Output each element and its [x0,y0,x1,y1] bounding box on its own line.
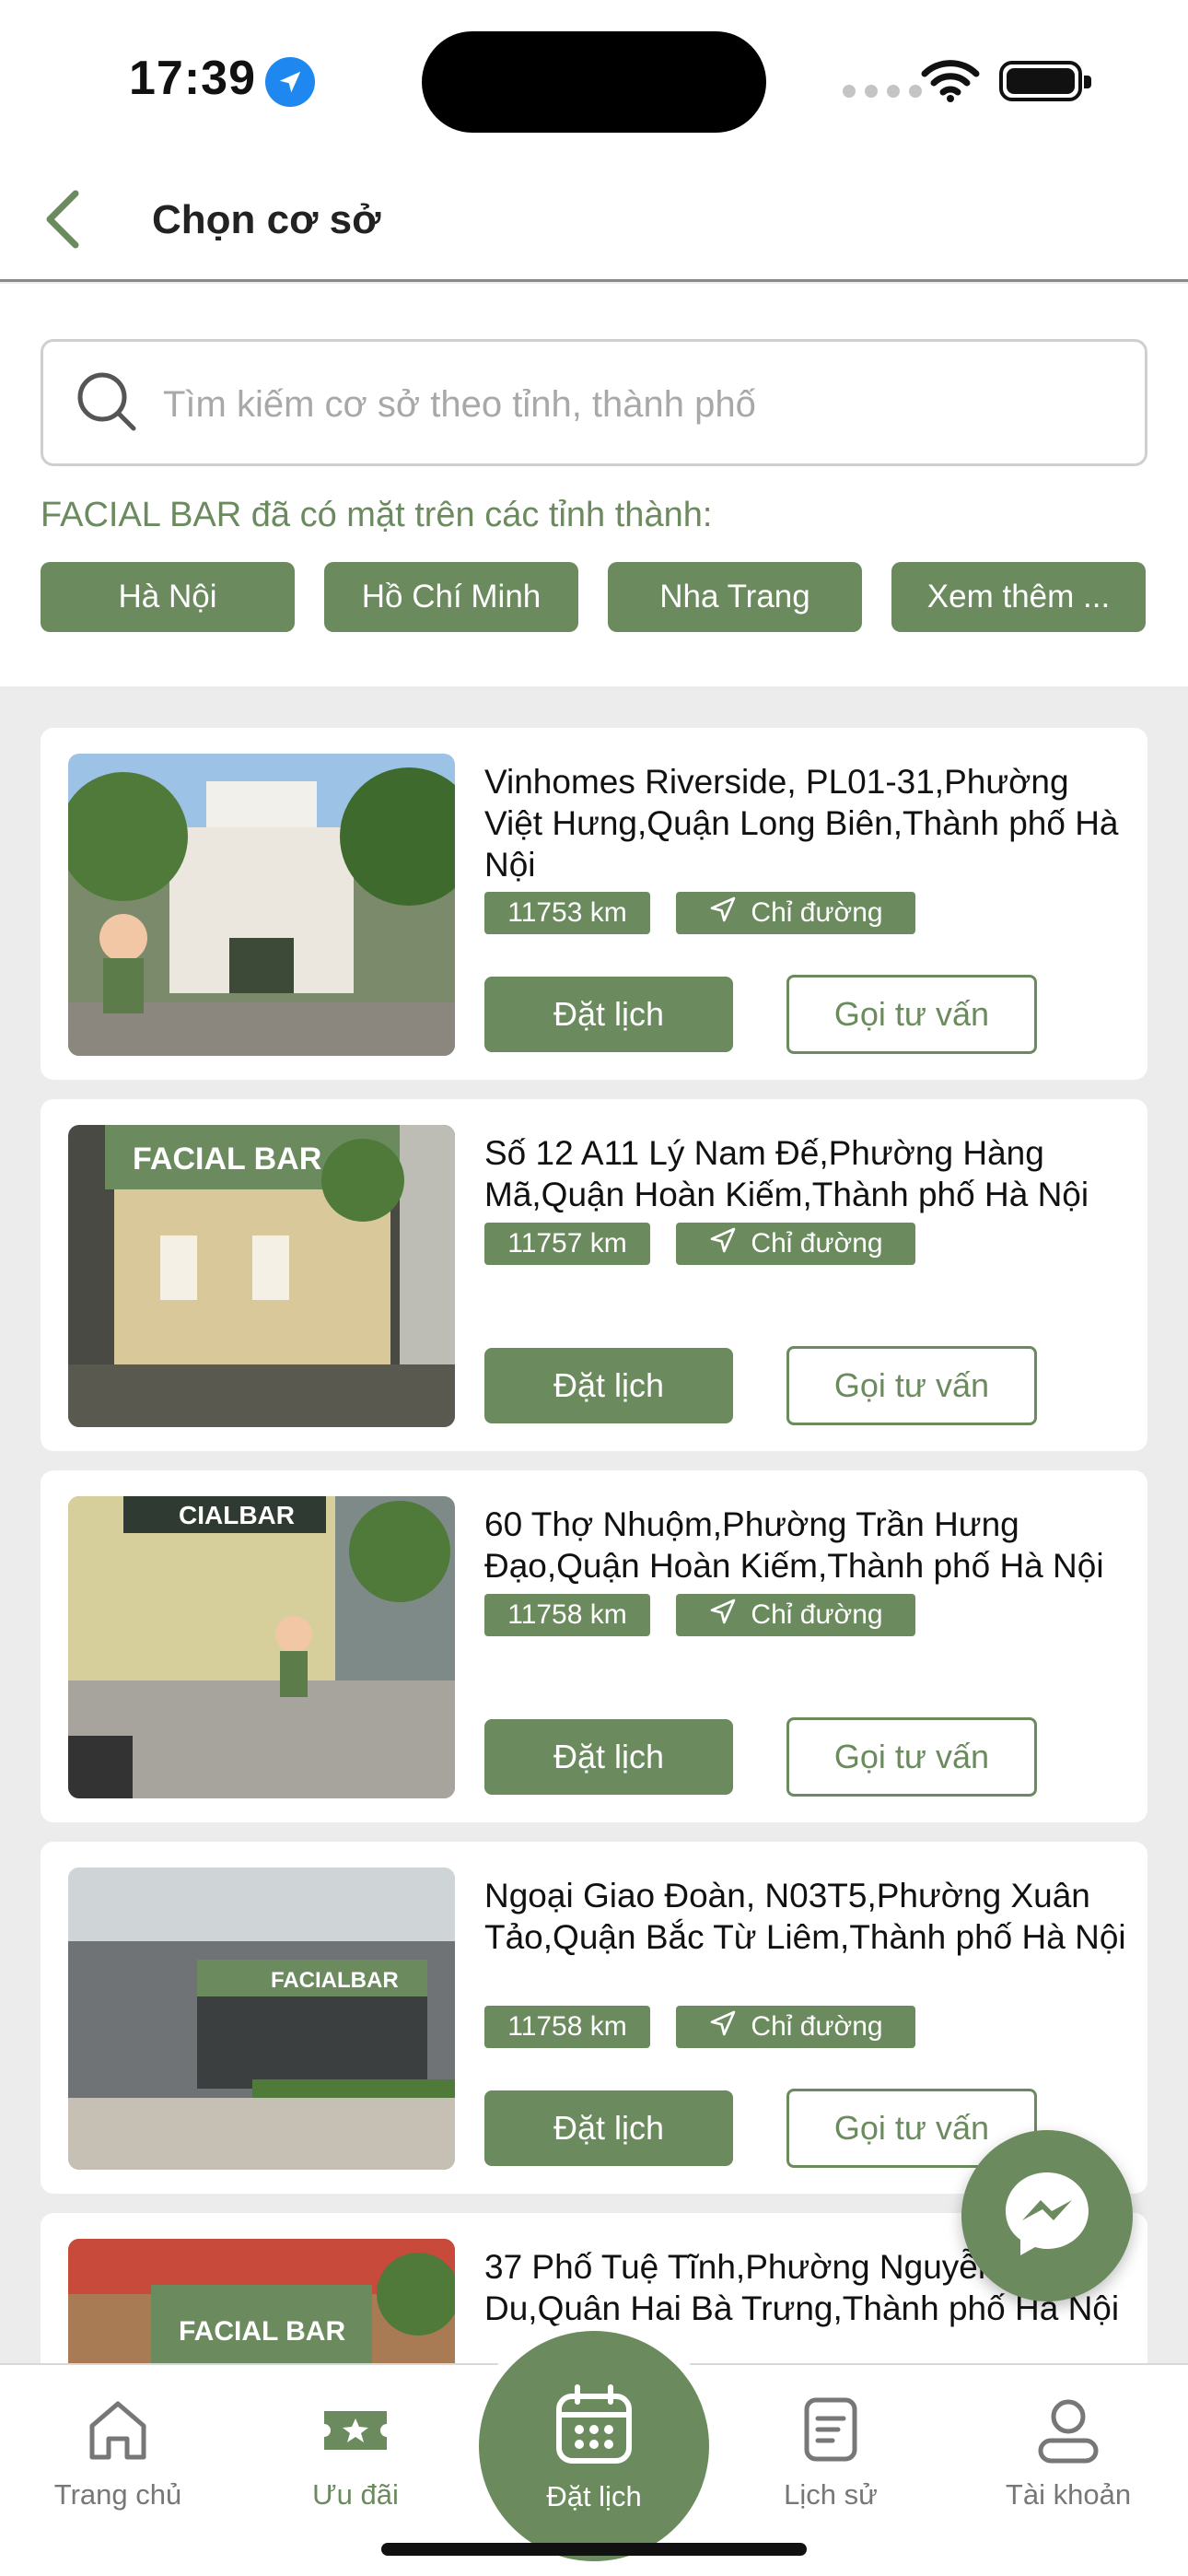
directions-button[interactable]: Chỉ đường [676,1594,915,1636]
directions-label: Chỉ đường [751,1228,883,1259]
svg-text:CIALBAR: CIALBAR [179,1501,295,1529]
tab-offers[interactable]: Ưu đãi [263,2393,448,2512]
document-list-icon [794,2393,868,2471]
navigation-arrow-icon [708,895,738,931]
branch-address: Ngoại Giao Đoàn, N03T5,Phường Xuân Tảo,Q… [484,1877,1126,1956]
svg-text:FACIAL BAR: FACIAL BAR [179,2316,345,2347]
back-button[interactable] [35,184,90,254]
book-button[interactable]: Đặt lịch [484,2090,733,2166]
branch-address: 60 Thợ Nhuộm,Phường Trần Hưng Đạo,Quận H… [484,1505,1104,1585]
home-icon [81,2393,155,2471]
search-box[interactable] [41,339,1147,466]
call-consult-button[interactable]: Gọi tư vấn [786,1717,1037,1797]
wifi-icon [921,57,980,108]
distance-badge: 11757 km [484,1223,650,1265]
directions-button[interactable]: Chỉ đường [676,892,915,934]
directions-label: Chỉ đường [751,897,883,928]
search-input[interactable] [163,375,1121,434]
location-arrow-icon [265,57,315,107]
tab-booking[interactable]: Đặt lịch [479,2331,709,2561]
page-title: Chọn cơ sở [152,197,381,242]
book-button[interactable]: Đặt lịch [484,1719,733,1795]
branch-card[interactable]: FACIALBAR Ngoại Giao Đoàn, N03T5,Phường … [41,1842,1147,2194]
branch-photo: FACIAL BAR [68,1125,455,1427]
battery-icon [999,61,1091,101]
branch-photo: FACIALBAR [68,1868,455,2170]
directions-label: Chỉ đường [751,1599,883,1630]
branch-address: Vinhomes Riverside, PL01-31,Phường Việt … [484,763,1119,884]
svg-text:FACIALBAR: FACIALBAR [271,1968,399,1993]
branch-card[interactable]: Vinhomes Riverside, PL01-31,Phường Việt … [41,728,1147,1080]
navigation-arrow-icon [708,1597,738,1633]
tab-home[interactable]: Trang chủ [26,2393,210,2512]
search-section: FACIAL BAR đã có mặt trên các tỉnh thành… [0,284,1188,686]
tab-account[interactable]: Tài khoản [976,2393,1160,2512]
user-icon [1031,2393,1105,2471]
book-button[interactable]: Đặt lịch [484,1348,733,1423]
svg-text:FACIAL BAR: FACIAL BAR [133,1142,321,1177]
ticket-star-icon [319,2393,392,2471]
messenger-chat-button[interactable] [961,2130,1133,2301]
home-indicator [381,2543,807,2556]
calendar-icon [550,2380,638,2473]
city-chip-see-more[interactable]: Xem thêm ... [891,562,1146,632]
tab-history[interactable]: Lịch sử [739,2393,923,2512]
branch-card[interactable]: CIALBAR 60 Thợ Nhuộm,Phường Trần Hưng Đạ… [41,1470,1147,1822]
distance-badge: 11758 km [484,1594,650,1636]
city-chips: Hà Nội Hồ Chí Minh Nha Trang Xem thêm ..… [41,562,1146,632]
book-button[interactable]: Đặt lịch [484,977,733,1052]
tab-home-label: Trang chủ [53,2478,182,2511]
search-icon [75,369,141,440]
tab-history-label: Lịch sử [784,2478,878,2511]
distance-badge: 11753 km [484,892,650,934]
messenger-icon [996,2163,1098,2269]
directions-button[interactable]: Chỉ đường [676,1223,915,1265]
tab-account-label: Tài khoản [1005,2478,1132,2511]
tab-offers-label: Ưu đãi [312,2478,399,2511]
branch-photo: CIALBAR [68,1496,455,1798]
distance-badge: 11758 km [484,2006,650,2048]
directions-label: Chỉ đường [751,2011,883,2042]
tab-booking-label: Đặt lịch [546,2479,642,2512]
status-time: 17:39 [129,52,256,105]
branch-card[interactable]: FACIAL BAR Số 12 A11 Lý Nam Đế,Phường Hà… [41,1099,1147,1451]
navigation-arrow-icon [708,2008,738,2045]
cellular-signal-icon [843,85,922,98]
call-consult-button[interactable]: Gọi tư vấn [786,975,1037,1054]
branch-photo [68,754,455,1056]
city-chip-ha-noi[interactable]: Hà Nội [41,562,295,632]
directions-button[interactable]: Chỉ đường [676,2006,915,2048]
call-consult-button[interactable]: Gọi tư vấn [786,1346,1037,1425]
header: Chọn cơ sở [0,157,1188,282]
present-cities-text: FACIAL BAR đã có mặt trên các tỉnh thành… [41,496,713,534]
dynamic-island [422,31,766,133]
branch-address: Số 12 A11 Lý Nam Đế,Phường Hàng Mã,Quận … [484,1134,1089,1213]
city-chip-nha-trang[interactable]: Nha Trang [608,562,862,632]
status-bar: 17:39 [0,0,1188,157]
navigation-arrow-icon [708,1225,738,1262]
city-chip-ho-chi-minh[interactable]: Hồ Chí Minh [324,562,578,632]
